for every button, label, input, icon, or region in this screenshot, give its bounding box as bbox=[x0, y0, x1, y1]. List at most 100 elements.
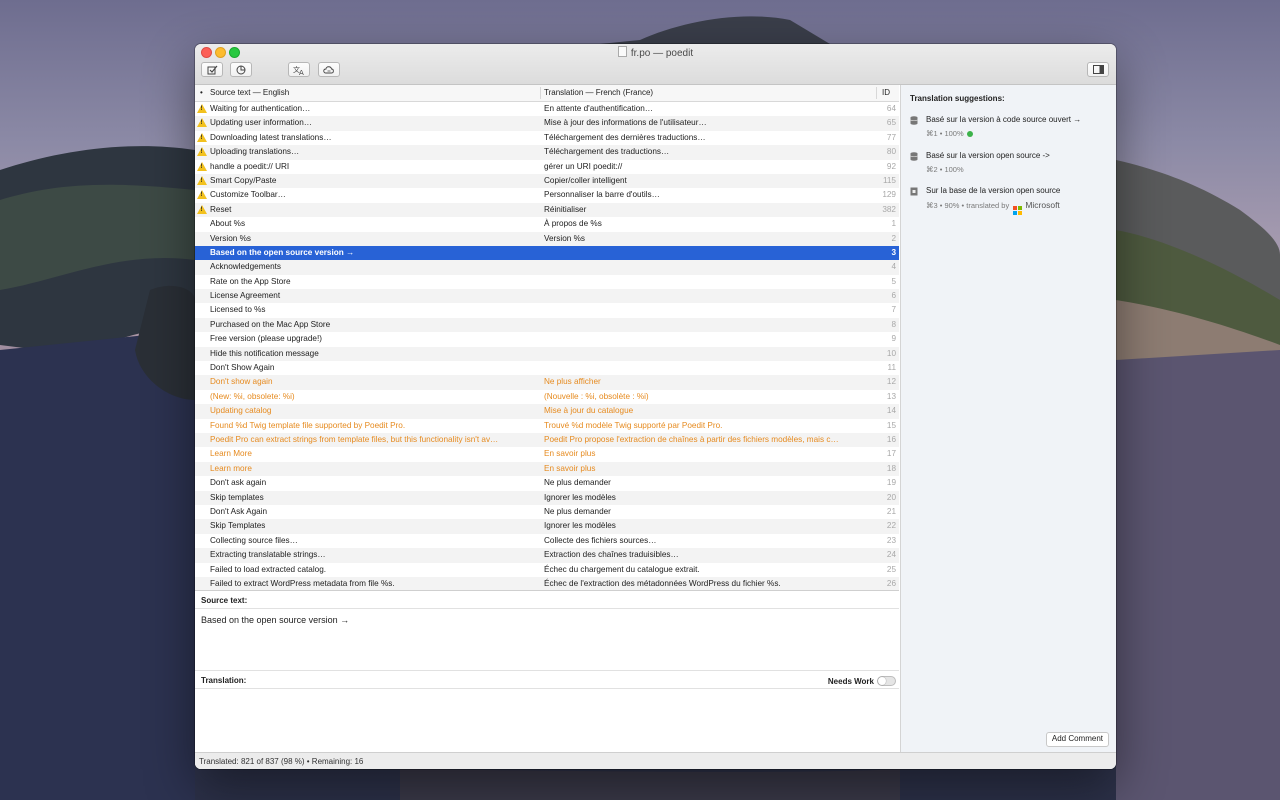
provider-name: Microsoft bbox=[1025, 200, 1060, 210]
id-cell: 17 bbox=[886, 449, 896, 459]
column-separator bbox=[876, 87, 877, 99]
translation-cell: Version %s bbox=[544, 233, 585, 243]
suggestion-text: Basé sur la version à code source ouvert… bbox=[926, 115, 1082, 124]
checkbox-edit-icon bbox=[207, 65, 217, 74]
source-cell: Found %d Twig template file supported by… bbox=[210, 420, 406, 430]
table-row[interactable]: Waiting for authentication… En attente d'… bbox=[195, 102, 899, 116]
id-cell: 21 bbox=[886, 506, 896, 516]
sidebar-toggle-icon bbox=[1092, 65, 1104, 74]
translation-cell: Ne plus demander bbox=[544, 506, 611, 516]
translation-input[interactable] bbox=[195, 689, 899, 752]
machine-translation-icon bbox=[910, 187, 918, 196]
warning-icon bbox=[197, 175, 207, 185]
table-row[interactable]: Free version (please upgrade!) 9 bbox=[195, 332, 899, 346]
id-cell: 9 bbox=[891, 334, 896, 344]
add-comment-button[interactable]: Add Comment bbox=[1045, 732, 1109, 747]
header-translation[interactable]: Translation — French (France) bbox=[544, 88, 653, 97]
table-row[interactable]: (New: %i, obsolete: %i) (Nouvelle : %i, o… bbox=[195, 390, 899, 404]
table-row[interactable]: Reset Réinitialiser 382 bbox=[195, 202, 899, 218]
table-row[interactable]: handle a poedit:// URI gérer un URI poedi… bbox=[195, 160, 899, 174]
source-cell: Uploading translations… bbox=[210, 147, 300, 157]
table-row[interactable]: Found %d Twig template file supported by… bbox=[195, 419, 899, 433]
table-row[interactable]: Hide this notification message 10 bbox=[195, 346, 899, 362]
header-source[interactable]: Source text — English bbox=[210, 88, 289, 97]
document-icon bbox=[617, 46, 627, 57]
id-cell: 13 bbox=[886, 391, 896, 401]
table-row[interactable]: Acknowledgements 4 bbox=[195, 260, 899, 275]
source-cell: Waiting for authentication… bbox=[210, 104, 311, 113]
cloud-sync-icon bbox=[323, 65, 334, 73]
table-row[interactable]: Rate on the App Store 5 bbox=[195, 275, 899, 289]
translation-cell: Ignorer les modèles bbox=[544, 521, 616, 531]
id-cell: 20 bbox=[886, 492, 896, 502]
warning-icon bbox=[197, 118, 207, 128]
source-cell: Skip Templates bbox=[210, 521, 266, 531]
table-row[interactable]: Licensed to %s 7 bbox=[195, 303, 899, 317]
suggestion-2[interactable]: Basé sur la version open source -> ⌘2 • … bbox=[910, 151, 1110, 177]
suggestion-text: Basé sur la version open source -> bbox=[926, 151, 1050, 160]
pretranslate-button[interactable]: 文A bbox=[288, 62, 310, 77]
table-row[interactable]: Poedit Pro can extract strings from temp… bbox=[195, 432, 899, 448]
table-row[interactable]: Purchased on the Mac App Store 8 bbox=[195, 317, 899, 333]
strings-list[interactable]: • Source text — English Translation — Fr… bbox=[195, 85, 899, 592]
id-cell: 11 bbox=[887, 363, 897, 373]
table-row[interactable]: Learn More En savoir plus 17 bbox=[195, 447, 899, 461]
sidebar-toggle-button[interactable] bbox=[1087, 62, 1109, 77]
table-row[interactable]: Collecting source files… Collecte des fic… bbox=[195, 534, 899, 548]
svg-text:A: A bbox=[299, 69, 304, 75]
table-row[interactable]: Don't ask again Ne plus demander 19 bbox=[195, 476, 899, 490]
id-cell: 23 bbox=[886, 535, 896, 545]
table-row[interactable]: Updating user information… Mise à jour de… bbox=[195, 116, 899, 131]
list-header: • Source text — English Translation — Fr… bbox=[195, 85, 899, 102]
translation-cell: Mise à jour des informations de l'utilis… bbox=[544, 118, 707, 128]
table-row[interactable]: Don't Ask Again Ne plus demander 21 bbox=[195, 505, 899, 519]
table-row[interactable]: Skip Templates Ignorer les modèles 22 bbox=[195, 519, 899, 534]
table-row[interactable]: Smart Copy/Paste Copier/coller intelligen… bbox=[195, 173, 899, 189]
id-cell: 15 bbox=[886, 420, 896, 430]
translation-cell: Personnaliser la barre d'outils… bbox=[544, 190, 660, 200]
id-cell: 24 bbox=[886, 550, 896, 560]
table-row[interactable]: Downloading latest translations… Téléchar… bbox=[195, 131, 899, 145]
id-cell: 16 bbox=[886, 434, 896, 444]
id-cell: 14 bbox=[886, 406, 896, 416]
table-row[interactable]: Based on the open source version → 3 bbox=[195, 245, 899, 261]
source-cell: Hide this notification message bbox=[210, 348, 319, 358]
needs-work-label: Needs Work bbox=[827, 677, 874, 686]
table-row[interactable]: Extracting translatable strings… Extracti… bbox=[195, 548, 899, 563]
translation-cell: À propos de %s bbox=[544, 219, 602, 229]
table-row[interactable]: Updating catalog Mise à jour du catalogue… bbox=[195, 404, 899, 419]
statistics-button[interactable] bbox=[230, 62, 252, 77]
id-cell: 18 bbox=[886, 463, 896, 473]
table-row[interactable]: Failed to load extracted catalog. Échec d… bbox=[195, 563, 899, 577]
translation-cell: Échec du chargement du catalogue extrait… bbox=[544, 564, 700, 574]
table-row[interactable]: Version %s Version %s 2 bbox=[195, 231, 899, 246]
suggestion-meta: ⌘2 • 100% bbox=[926, 165, 964, 174]
translation-cell: Copier/coller intelligent bbox=[544, 175, 627, 185]
sync-button[interactable] bbox=[318, 62, 340, 77]
poedit-window: fr.po — poedit 文A • Source text — Englis… bbox=[195, 44, 1116, 769]
needs-work-toggle[interactable] bbox=[877, 676, 896, 686]
table-row[interactable]: Don't show again Ne plus afficher 12 bbox=[195, 375, 899, 390]
validate-button[interactable] bbox=[201, 62, 223, 77]
translation-cell: En savoir plus bbox=[544, 463, 596, 473]
table-row[interactable]: Customize Toolbar… Personnaliser la barre… bbox=[195, 188, 899, 202]
table-row[interactable]: Don't Show Again 11 bbox=[195, 361, 899, 375]
warning-icon bbox=[197, 161, 207, 171]
source-cell: Poedit Pro can extract strings from temp… bbox=[210, 434, 499, 444]
source-cell: Updating catalog bbox=[210, 406, 272, 416]
source-cell: Purchased on the Mac App Store bbox=[210, 319, 331, 329]
source-cell: (New: %i, obsolete: %i) bbox=[210, 391, 295, 401]
table-row[interactable]: Uploading translations… Téléchargement de… bbox=[195, 145, 899, 160]
table-row[interactable]: License Agreement 6 bbox=[195, 289, 899, 304]
table-row[interactable]: Skip templates Ignorer les modèles 20 bbox=[195, 490, 899, 505]
translation-cell: Poedit Pro propose l'extraction de chaîn… bbox=[544, 434, 839, 444]
suggestion-3[interactable]: Sur la base de la version open source ⌘3… bbox=[910, 186, 1110, 215]
header-id[interactable]: ID bbox=[882, 88, 890, 97]
table-row[interactable]: About %s À propos de %s 1 bbox=[195, 217, 899, 231]
table-row[interactable]: Learn more En savoir plus 18 bbox=[195, 461, 899, 477]
source-cell: Collecting source files… bbox=[210, 535, 298, 545]
suggestion-1[interactable]: Basé sur la version à code source ouvert… bbox=[910, 115, 1110, 141]
source-cell: Learn More bbox=[210, 449, 252, 459]
translation-cell: En attente d'authentification… bbox=[544, 104, 653, 113]
id-cell: 6 bbox=[891, 291, 896, 301]
